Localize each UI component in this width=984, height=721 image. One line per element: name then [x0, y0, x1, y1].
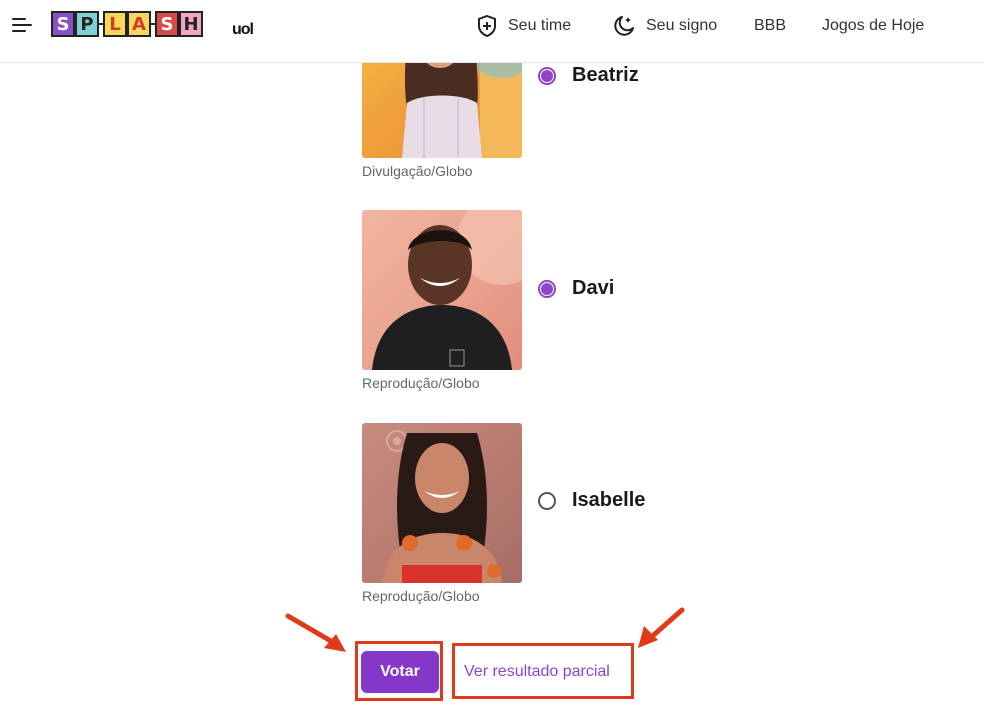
- candidate-name: Davi: [572, 277, 615, 299]
- nav-seu-signo[interactable]: Seu signo: [612, 14, 717, 38]
- photo-credit: Reprodução/Globo: [362, 588, 480, 604]
- nav-jogos-de-hoje[interactable]: Jogos de Hoje: [822, 14, 924, 38]
- option-davi[interactable]: Davi: [538, 277, 614, 300]
- arrow-annotation-icon: [638, 607, 685, 648]
- arrow-annotation-icon: [285, 613, 346, 652]
- candidate-photo-isabelle-image: [382, 430, 502, 583]
- radio-beatriz[interactable]: [538, 66, 556, 85]
- radio-davi[interactable]: [538, 279, 556, 298]
- nav-seu-time[interactable]: Seu time: [476, 14, 571, 38]
- partial-result-link[interactable]: Ver resultado parcial: [464, 663, 610, 681]
- uol-logo[interactable]: uol: [232, 21, 254, 39]
- nav-bbb[interactable]: BBB: [754, 14, 786, 38]
- splash-logo[interactable]: S P L A S H: [51, 9, 203, 39]
- candidate-name: Isabelle: [572, 489, 646, 511]
- option-isabelle[interactable]: Isabelle: [538, 489, 645, 512]
- vote-button[interactable]: Votar: [361, 651, 439, 693]
- site-header: S P L A S H uol Seu time Seu signo BBB J…: [0, 0, 984, 63]
- candidate-photo-davi-image: [372, 210, 522, 370]
- photo-credit: Reprodução/Globo: [362, 375, 480, 391]
- nav-bbb-label: BBB: [754, 17, 787, 34]
- option-beatriz[interactable]: Beatriz: [538, 64, 639, 87]
- moon-stars-icon: [614, 16, 634, 36]
- candidate-name: Beatriz: [572, 64, 639, 86]
- candidate-photo-isabelle: [362, 423, 522, 583]
- radio-isabelle[interactable]: [538, 491, 556, 510]
- menu-icon[interactable]: [12, 16, 32, 34]
- shield-plus-icon: [478, 14, 496, 38]
- photo-credit: Divulgação/Globo: [362, 163, 473, 179]
- candidate-photo-davi: [362, 210, 522, 370]
- nav-seu-time-label: Seu time: [508, 17, 572, 34]
- nav-seu-signo-label: Seu signo: [646, 17, 718, 34]
- nav-jogos-de-hoje-label: Jogos de Hoje: [822, 17, 925, 34]
